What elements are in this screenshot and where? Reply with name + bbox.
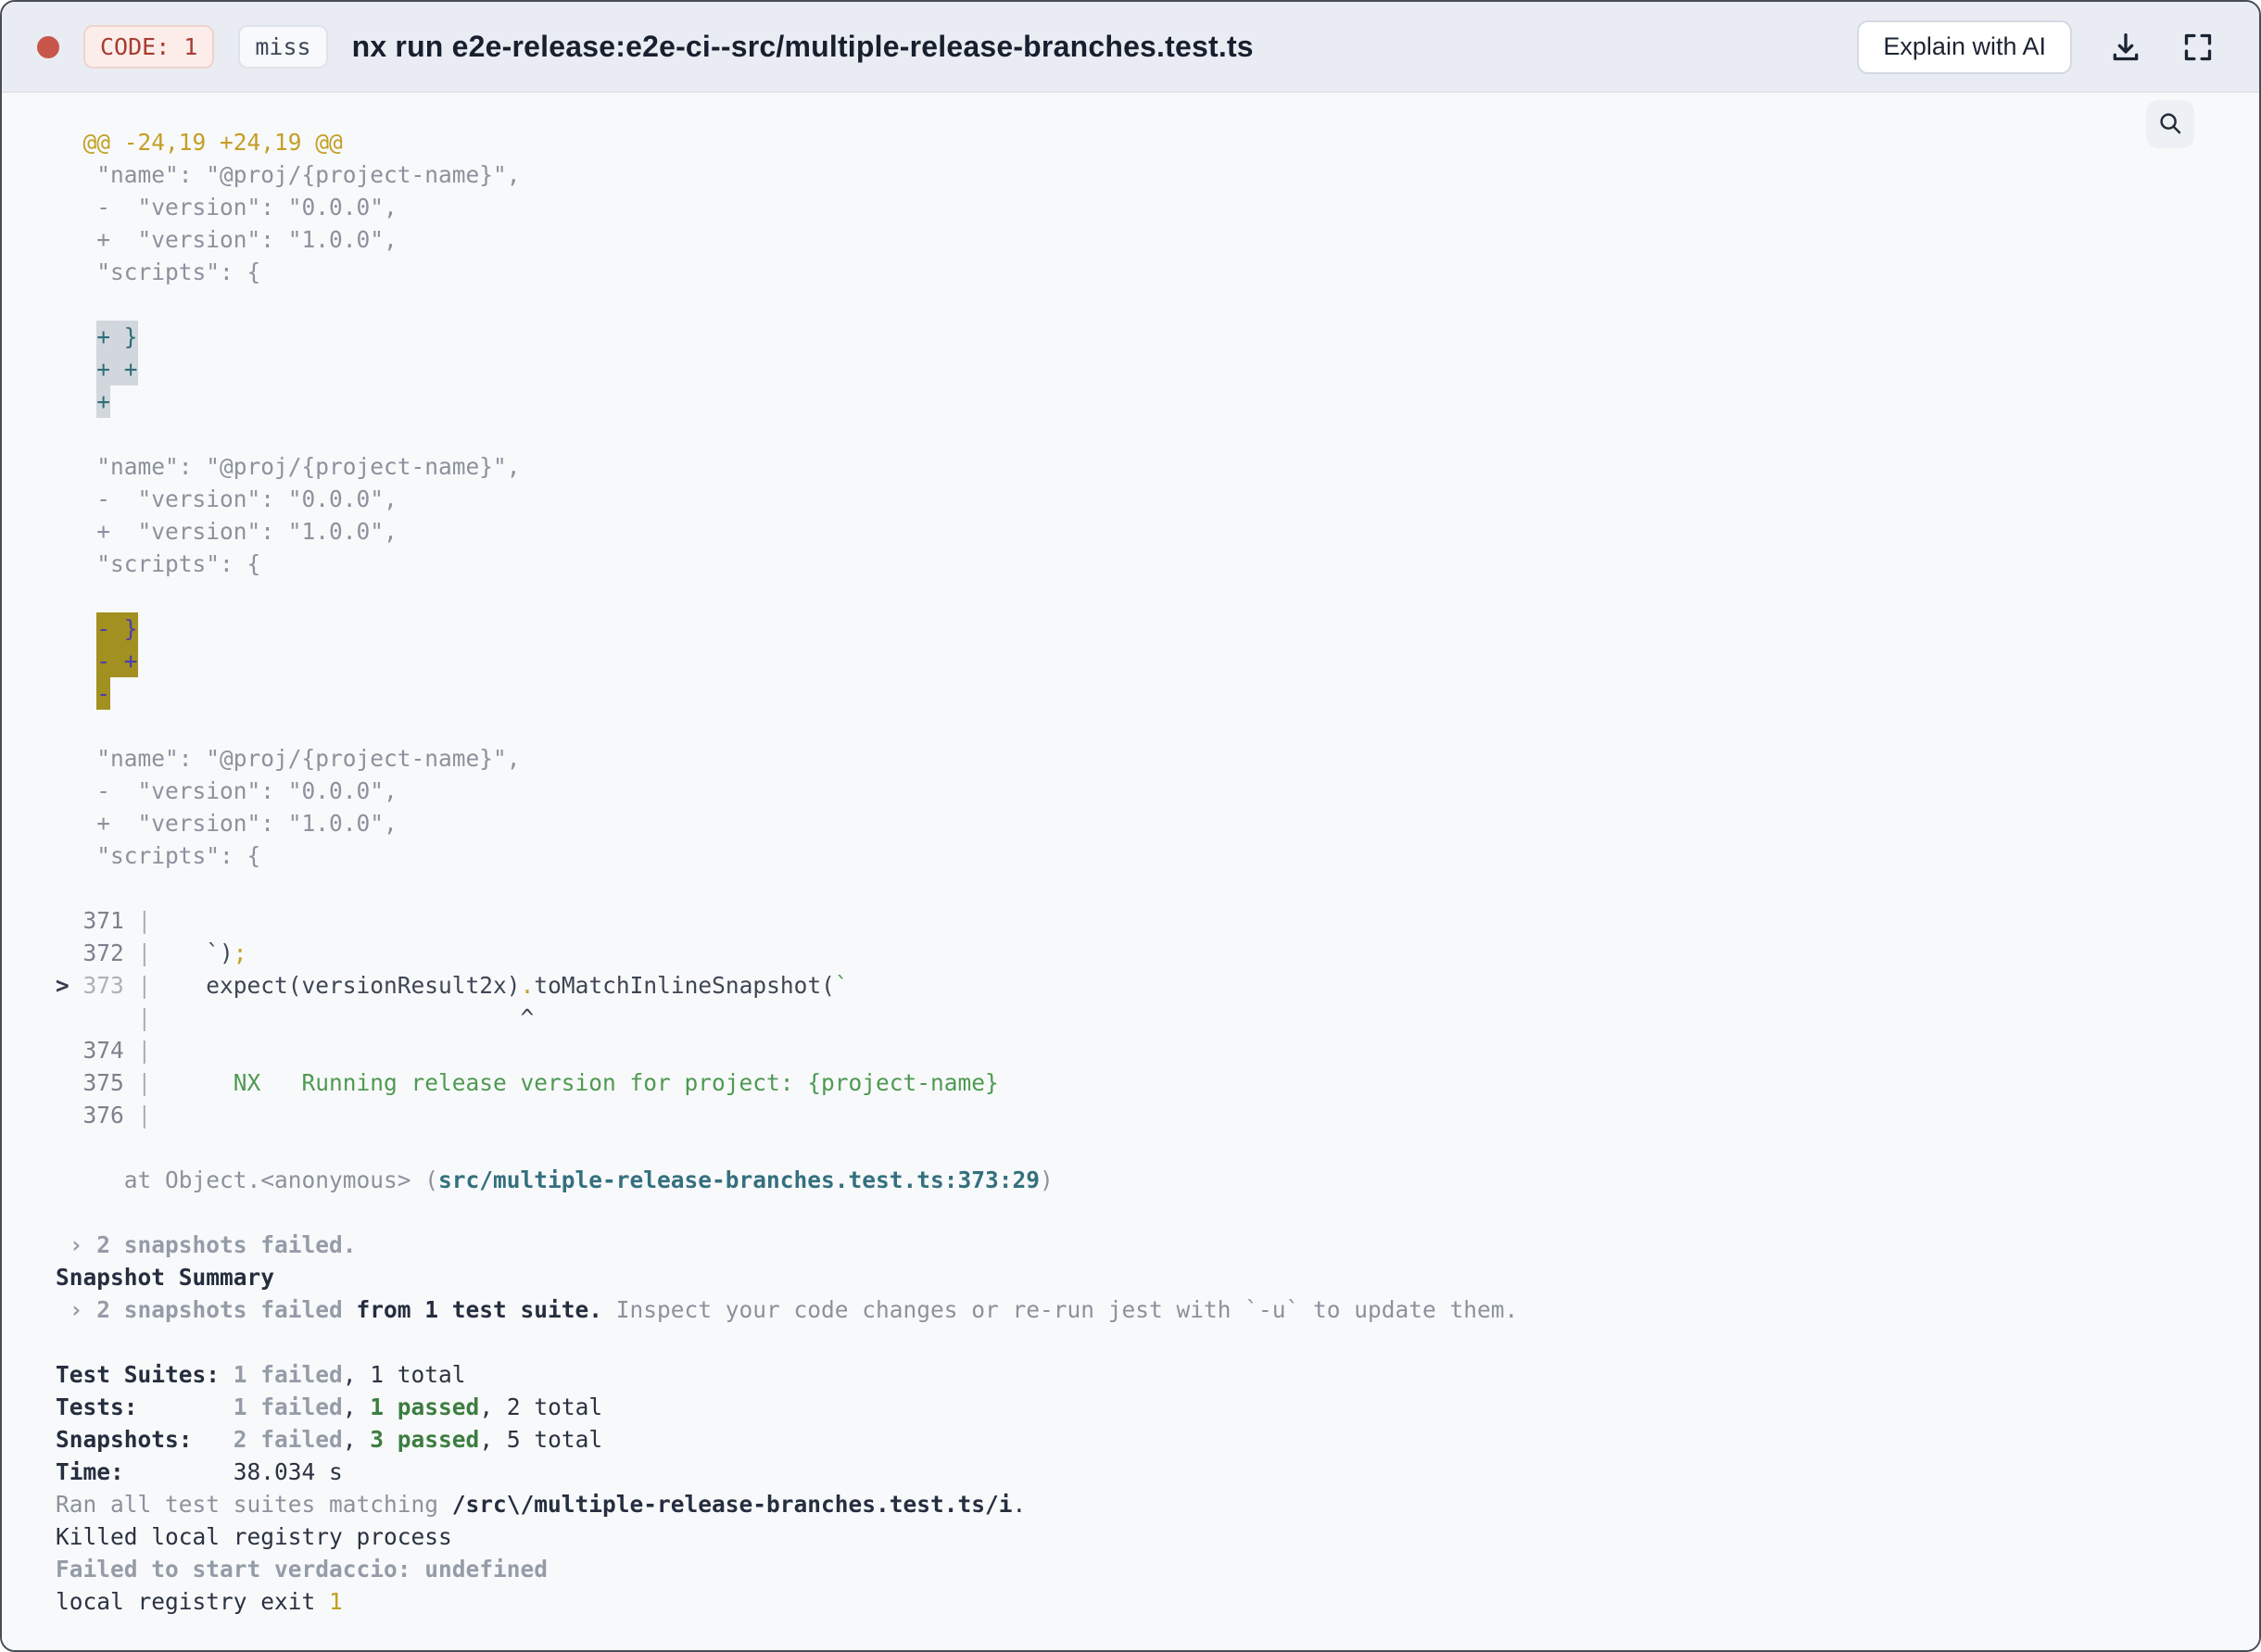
terminal-line: local registry exit 1 bbox=[56, 1588, 343, 1615]
terminal-line: - "version": "0.0.0", bbox=[56, 194, 398, 221]
window-header: CODE: 1 miss nx run e2e-release:e2e-ci--… bbox=[2, 2, 2259, 93]
download-icon bbox=[2107, 29, 2144, 66]
terminal-line: Time: 38.034 s bbox=[56, 1458, 343, 1485]
task-title: nx run e2e-release:e2e-ci--src/multiple-… bbox=[351, 30, 1254, 63]
terminal-line: - "version": "0.0.0", bbox=[56, 486, 398, 512]
terminal-line: Ran all test suites matching /src\/multi… bbox=[56, 1491, 1027, 1518]
terminal-line: "name": "@proj/{project-name}", bbox=[56, 745, 521, 772]
terminal-line: "name": "@proj/{project-name}", bbox=[56, 161, 521, 188]
terminal-line: Tests: 1 failed, 1 passed, 2 total bbox=[56, 1393, 603, 1420]
terminal-line: 371 | bbox=[56, 907, 152, 934]
cache-miss-badge: miss bbox=[238, 25, 328, 69]
status-dot bbox=[37, 35, 59, 58]
terminal-line: + "version": "1.0.0", bbox=[56, 810, 398, 837]
terminal-output[interactable]: @@ -24,19 +24,19 @@ "name": "@proj/{proj… bbox=[2, 93, 2259, 1650]
terminal-line: "name": "@proj/{project-name}", bbox=[56, 453, 521, 480]
terminal-line: "scripts": { bbox=[56, 550, 261, 577]
terminal-line: › 2 snapshots failed from 1 test suite. … bbox=[56, 1296, 1519, 1323]
terminal-line: + + bbox=[56, 353, 2222, 385]
terminal-line: 375 | NX Running release version for pro… bbox=[56, 1069, 999, 1096]
run-output-window: CODE: 1 miss nx run e2e-release:e2e-ci--… bbox=[0, 0, 2261, 1652]
terminal-line: Killed local registry process bbox=[56, 1523, 452, 1550]
download-button[interactable] bbox=[2107, 29, 2144, 66]
terminal-line: - "version": "0.0.0", bbox=[56, 777, 398, 804]
terminal-line: @@ -24,19 +24,19 @@ bbox=[56, 129, 343, 156]
terminal-line: 376 | bbox=[56, 1102, 152, 1129]
terminal-line: - bbox=[56, 677, 2222, 710]
terminal-line: 372 | `); bbox=[56, 939, 247, 966]
terminal-line: "scripts": { bbox=[56, 259, 261, 285]
terminal-line: - + bbox=[56, 645, 2222, 677]
terminal-line: Test Suites: 1 failed, 1 total bbox=[56, 1361, 466, 1388]
terminal-line: - } bbox=[56, 612, 2222, 645]
terminal-lines: @@ -24,19 +24,19 @@ "name": "@proj/{proj… bbox=[56, 126, 2222, 1618]
terminal-line: + "version": "1.0.0", bbox=[56, 226, 398, 253]
terminal-line: "scripts": { bbox=[56, 842, 261, 869]
exit-code-badge: CODE: 1 bbox=[83, 25, 215, 69]
terminal-line: + } bbox=[56, 321, 2222, 353]
explain-with-ai-button[interactable]: Explain with AI bbox=[1857, 19, 2072, 74]
search-button[interactable] bbox=[2146, 100, 2194, 148]
terminal-line: > 373 | expect(versionResult2x).toMatchI… bbox=[56, 972, 849, 999]
header-actions: Explain with AI bbox=[1857, 19, 2217, 74]
search-icon bbox=[2156, 109, 2184, 140]
terminal-line: Snapshot Summary bbox=[56, 1264, 275, 1291]
terminal-line: | ^ bbox=[137, 1004, 535, 1031]
terminal-line: Failed to start verdaccio: undefined bbox=[56, 1556, 549, 1583]
terminal-line: Snapshots: 2 failed, 3 passed, 5 total bbox=[56, 1426, 603, 1453]
terminal-line: + bbox=[56, 385, 2222, 418]
fullscreen-button[interactable] bbox=[2179, 29, 2217, 66]
terminal-line: + "version": "1.0.0", bbox=[56, 518, 398, 545]
expand-icon bbox=[2179, 29, 2217, 66]
terminal-line: 374 | bbox=[56, 1037, 152, 1064]
terminal-line: › 2 snapshots failed. bbox=[56, 1231, 357, 1258]
terminal-line: at Object.<anonymous> (src/multiple-rele… bbox=[56, 1166, 1054, 1193]
